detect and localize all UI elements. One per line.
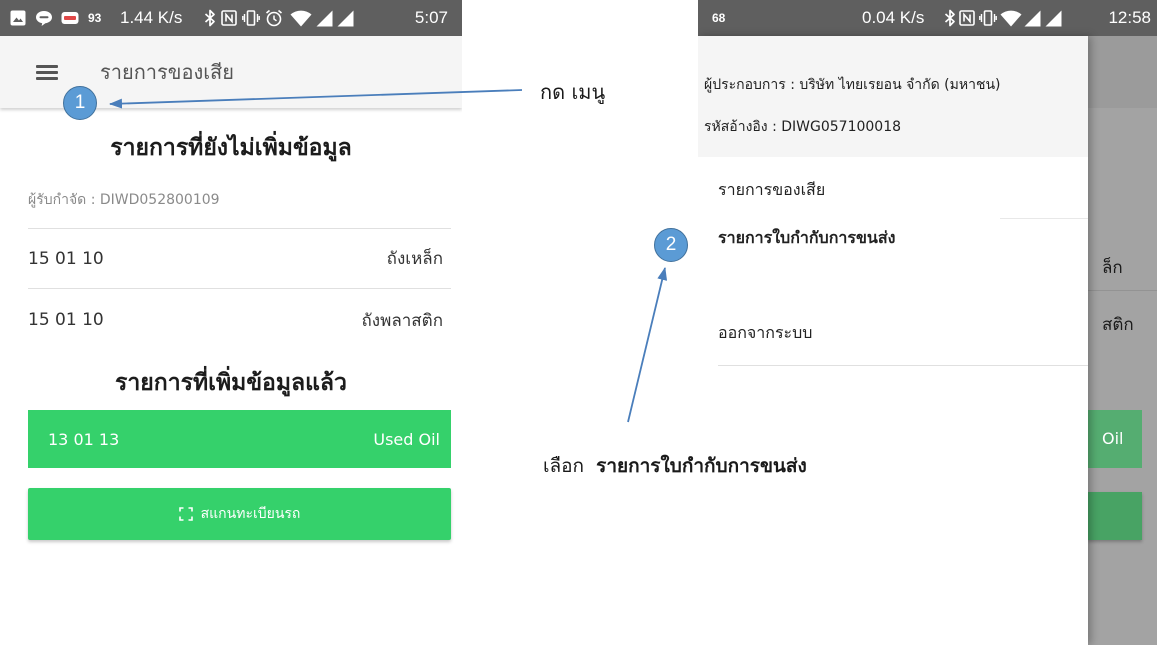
nfc-icon [221,0,237,36]
completed-section-heading: รายการที่เพิ่มข้อมูลแล้ว [115,370,347,396]
step-2-instruction: เลือก รายการใบกำกับการขนส่ง [543,452,807,480]
dimmed-completed-text: Oil [1102,429,1124,448]
network-speed: 1.44 K/s [120,8,183,27]
dimmed-completed-item: Oil [1088,410,1142,468]
status-bar: 68 0.04 K/s 12:58 [698,0,1157,36]
dimmed-list-divider [1088,290,1157,291]
nfc-icon [959,0,975,36]
reference-code-label: รหัสอ้างอิง : DIWG057100018 [704,119,902,135]
navigation-drawer: ผู้ประกอบการ : บริษัท ไทยเรยอน จำกัด (มห… [698,36,1088,645]
pending-section-heading: รายการที่ยังไม่เพิ่มข้อมูล [110,135,352,161]
line-app-icon [35,0,53,36]
drawer-item-transport-manifest[interactable]: รายการใบกำกับการขนส่ง [698,216,1088,260]
arrow-to-transport-item [627,267,668,423]
drawer-item-waste-list[interactable]: รายการของเสีย [698,168,1088,212]
image-icon [10,0,26,36]
wifi-icon [290,0,312,36]
bluetooth-icon [944,0,956,36]
vibrate-icon [979,0,997,36]
hamburger-menu-icon[interactable] [34,62,60,82]
drawer-item-logout[interactable]: ออกจากระบบ [698,311,1088,355]
signal-icon [316,0,333,36]
status-time: 12:58 [1108,8,1151,27]
signal-icon [1024,0,1041,36]
step-2-highlight: รายการใบกำกับการขนส่ง [596,455,807,477]
waste-name: ถังพลาสติก [361,310,443,331]
wifi-icon [1000,0,1022,36]
vibrate-icon [242,0,260,36]
scan-icon [178,507,193,521]
drawer-header: ผู้ประกอบการ : บริษัท ไทยเรยอน จำกัด (มห… [698,36,1088,157]
status-time: 5:07 [414,8,448,27]
waste-code: 15 01 10 [28,310,104,330]
waste-name: ถังเหล็ก [386,249,443,269]
alarm-icon [265,0,283,36]
status-indicator: 68 [712,11,726,25]
pending-list-item[interactable]: 15 01 10 ถังเหล็ก [28,229,443,288]
page-title: รายการของเสีย [100,60,234,84]
pending-list-item[interactable]: 15 01 10 ถังพลาสติก [28,289,443,351]
bluetooth-icon [204,0,216,36]
dimmed-list-item-text: สติก [1102,315,1134,335]
waste-code: 13 01 13 [48,429,120,449]
network-speed: 0.04 K/s [862,8,925,27]
dimmed-scan-button [1088,492,1142,540]
drawer-divider [718,365,1088,366]
step-1-instruction: กด เมนู [540,80,606,104]
step-2-prefix: เลือก [543,455,585,477]
status-indicator: 93 [88,11,102,25]
step-1-badge: 1 [63,86,97,120]
scan-button-label: สแกนทะเบียนรถ [200,506,301,522]
app-notification-icon [61,0,79,36]
drawer-scrim[interactable]: ล็ก สติก Oil [1088,36,1157,645]
scan-plate-button[interactable]: สแกนทะเบียนรถ [28,488,451,540]
waste-code: 15 01 10 [28,248,104,269]
step-2-badge: 2 [654,228,688,262]
operator-label: ผู้ประกอบการ : บริษัท ไทยเรยอน จำกัด (มห… [704,77,1001,93]
completed-list-item[interactable]: 13 01 13 Used Oil [28,410,451,468]
waste-name: Used Oil [373,429,440,449]
status-bar: 93 1.44 K/s 5:07 [0,0,462,36]
signal-icon [1045,0,1062,36]
dimmed-app-bar [1088,36,1157,108]
signal-icon [337,0,354,36]
receiver-label: ผู้รับกำจัด : DIWD052800109 [28,192,220,208]
dimmed-list-item-text: ล็ก [1102,258,1123,278]
right-phone-screen: 68 0.04 K/s 12:58 ล็ก สติก Oil ผู้ประกอบ… [698,0,1157,645]
